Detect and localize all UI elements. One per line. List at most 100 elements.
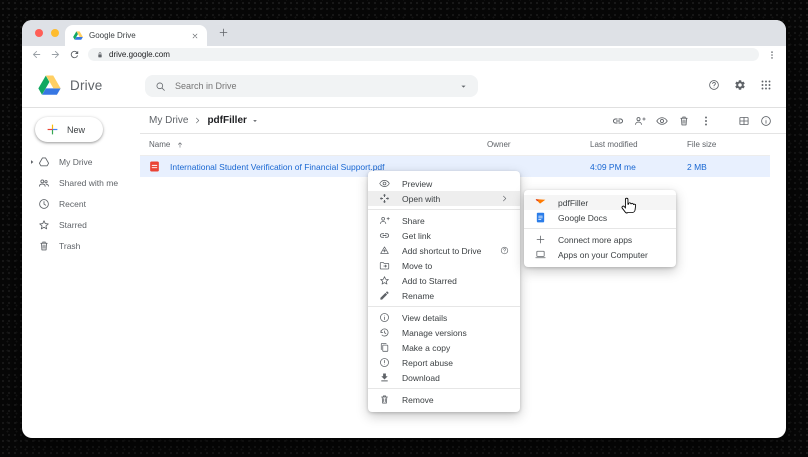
- search-bar[interactable]: [145, 75, 478, 97]
- sidebar-item-label: Recent: [59, 199, 86, 209]
- menu-divider: [368, 209, 520, 210]
- search-input[interactable]: [175, 81, 450, 91]
- preview-eye-icon[interactable]: [656, 115, 668, 127]
- disclosure-spacer: [26, 221, 38, 229]
- copy-icon: [379, 342, 390, 353]
- more-options-icon[interactable]: [700, 115, 712, 127]
- menu-item-download[interactable]: Download: [368, 370, 520, 385]
- sidebar-item-trash[interactable]: Trash: [22, 235, 140, 256]
- menu-item-get-link[interactable]: Get link: [368, 228, 520, 243]
- minimize-window-button[interactable]: [51, 29, 59, 37]
- share-icon: [379, 215, 390, 226]
- menu-item-label: pdfFiller: [558, 198, 665, 208]
- menu-item-share[interactable]: Share: [368, 213, 520, 228]
- trash-icon: [38, 240, 50, 252]
- search-options-caret-icon[interactable]: [459, 82, 468, 91]
- reload-icon[interactable]: [69, 49, 80, 60]
- menu-item-make-a-copy[interactable]: Make a copy: [368, 340, 520, 355]
- sidebar-item-my-drive[interactable]: My Drive: [22, 151, 140, 172]
- menu-item-view-details[interactable]: View details: [368, 310, 520, 325]
- menu-item-label: Preview: [402, 179, 509, 189]
- column-last-modified[interactable]: Last modified: [590, 140, 687, 149]
- address-bar[interactable]: drive.google.com: [88, 48, 759, 61]
- disclosure-spacer: [26, 242, 38, 250]
- menu-item-remove[interactable]: Remove: [368, 392, 520, 407]
- details-icon: [379, 312, 390, 323]
- menu-item-open-with[interactable]: Open with: [368, 191, 520, 206]
- column-file-size[interactable]: File size: [687, 140, 770, 149]
- multicolor-plus-icon: [46, 123, 59, 136]
- new-tab-button[interactable]: [218, 27, 229, 38]
- browser-tab-strip: Google Drive: [22, 20, 786, 46]
- menu-item-label: Remove: [402, 395, 509, 405]
- menu-item-label: Apps on your Computer: [558, 250, 665, 260]
- breadcrumb-current[interactable]: pdfFiller: [207, 115, 246, 126]
- search-icon: [155, 81, 166, 92]
- menu-item-label: Manage versions: [402, 328, 509, 338]
- browser-menu-icon[interactable]: [767, 50, 777, 60]
- sidebar-item-recent[interactable]: Recent: [22, 193, 140, 214]
- menu-item-pdffiller[interactable]: pdfFiller: [524, 195, 676, 210]
- new-button[interactable]: New: [35, 117, 103, 142]
- sidebar-item-label: Trash: [59, 241, 80, 251]
- file-name: International Student Verification of Fi…: [170, 162, 385, 172]
- preview-icon: [379, 178, 390, 189]
- apps-grid-icon[interactable]: [760, 79, 772, 91]
- trash-icon[interactable]: [678, 115, 690, 127]
- pdffiller-icon: [535, 197, 546, 208]
- file-last-modified: 4:09 PM me: [590, 162, 687, 172]
- submenu-arrow-icon: [500, 194, 509, 203]
- sort-ascending-icon[interactable]: [176, 141, 184, 149]
- share-person-icon[interactable]: [634, 115, 646, 127]
- menu-item-label: Google Docs: [558, 213, 665, 223]
- forward-icon[interactable]: [50, 49, 61, 60]
- folder-menu-caret-icon[interactable]: [251, 117, 259, 125]
- close-tab-icon[interactable]: [191, 32, 199, 40]
- menu-item-report-abuse[interactable]: Report abuse: [368, 355, 520, 370]
- menu-item-add-shortcut-to-drive[interactable]: Add shortcut to Drive: [368, 243, 520, 258]
- help-icon[interactable]: [500, 246, 509, 255]
- column-name[interactable]: Name: [149, 140, 170, 149]
- menu-item-label: Add shortcut to Drive: [402, 246, 500, 256]
- menu-item-manage-versions[interactable]: Manage versions: [368, 325, 520, 340]
- recent-icon: [38, 198, 50, 210]
- sidebar-item-label: Shared with me: [59, 178, 118, 188]
- menu-divider: [524, 228, 676, 229]
- menu-item-label: Move to: [402, 261, 509, 271]
- sidebar-item-starred[interactable]: Starred: [22, 214, 140, 235]
- selection-toolbar: [612, 115, 786, 127]
- menu-item-label: Get link: [402, 231, 509, 241]
- menu-item-label: View details: [402, 313, 509, 323]
- drive-logo[interactable]: Drive: [38, 75, 103, 95]
- disclosure-icon: [26, 158, 38, 166]
- menu-item-label: Connect more apps: [558, 235, 665, 245]
- file-size: 2 MB: [687, 162, 770, 172]
- pdf-file-icon: [149, 160, 160, 173]
- settings-icon[interactable]: [734, 79, 746, 91]
- get-link-icon[interactable]: [612, 115, 624, 127]
- breadcrumb-root[interactable]: My Drive: [149, 115, 188, 126]
- browser-tab[interactable]: Google Drive: [65, 25, 207, 46]
- starred-icon: [38, 219, 50, 231]
- column-owner[interactable]: Owner: [487, 140, 590, 149]
- menu-item-apps-on-your-computer[interactable]: Apps on your Computer: [524, 247, 676, 262]
- grid-view-icon[interactable]: [738, 115, 750, 127]
- menu-item-label: Share: [402, 216, 509, 226]
- menu-item-label: Make a copy: [402, 343, 509, 353]
- menu-item-google-docs[interactable]: Google Docs: [524, 210, 676, 225]
- shared-with-me-icon: [38, 177, 50, 189]
- menu-item-label: Report abuse: [402, 358, 509, 368]
- menu-item-add-to-starred[interactable]: Add to Starred: [368, 273, 520, 288]
- menu-item-move-to[interactable]: Move to: [368, 258, 520, 273]
- close-window-button[interactable]: [35, 29, 43, 37]
- back-icon[interactable]: [31, 49, 42, 60]
- menu-item-connect-more-apps[interactable]: Connect more apps: [524, 232, 676, 247]
- info-icon[interactable]: [760, 115, 772, 127]
- help-icon[interactable]: [708, 79, 720, 91]
- breadcrumb-separator-icon: [193, 116, 202, 125]
- download-icon: [379, 372, 390, 383]
- menu-item-preview[interactable]: Preview: [368, 176, 520, 191]
- menu-item-rename[interactable]: Rename: [368, 288, 520, 303]
- sidebar-item-shared-with-me[interactable]: Shared with me: [22, 172, 140, 193]
- report-icon: [379, 357, 390, 368]
